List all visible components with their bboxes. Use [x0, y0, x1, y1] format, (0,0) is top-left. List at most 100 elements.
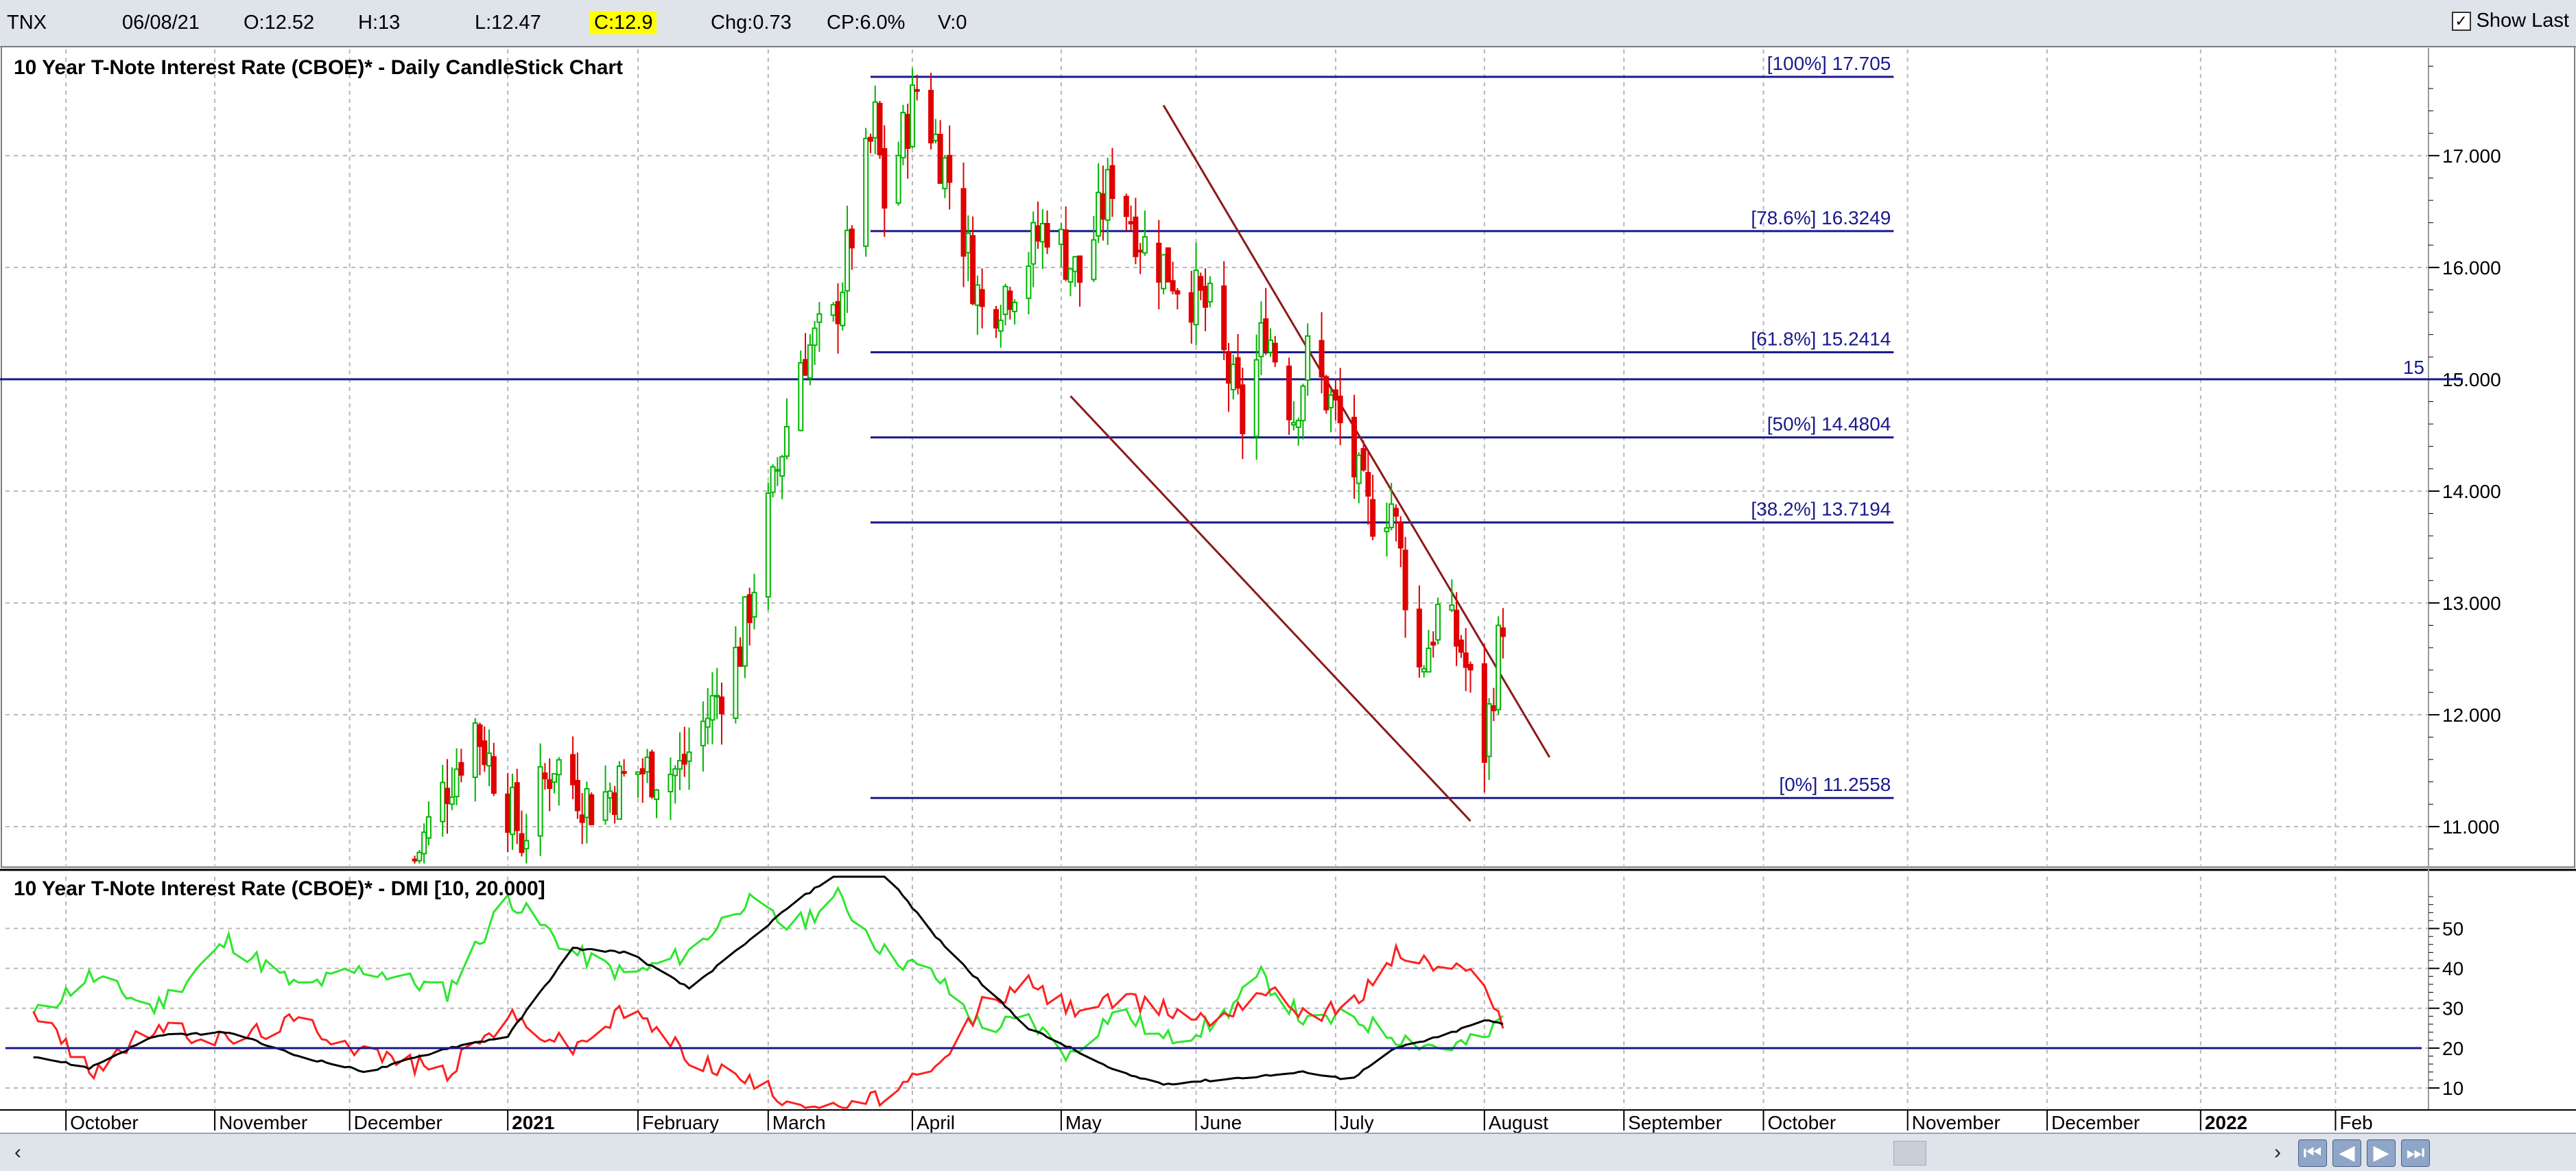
candle-body — [1039, 222, 1045, 243]
candle-body — [1332, 389, 1338, 401]
dmi-y-tick-label: 30 — [2442, 998, 2463, 1019]
candle-body — [979, 289, 985, 307]
candle-body — [602, 791, 608, 821]
candle-body — [1253, 359, 1260, 437]
candle-body — [1240, 384, 1246, 434]
scroll-right-icon[interactable]: › — [2264, 1139, 2291, 1166]
candle-body — [1328, 394, 1334, 409]
candle-body — [681, 753, 687, 765]
candle-body — [635, 771, 641, 775]
x-tick-label: October — [1768, 1112, 1836, 1133]
candle-body — [547, 779, 553, 789]
candle-body — [751, 591, 757, 618]
candle-body — [453, 768, 460, 798]
candle-body — [746, 594, 753, 624]
candle-body — [965, 233, 971, 254]
candle-body — [425, 816, 432, 839]
candle-body — [816, 313, 823, 323]
candle-body — [863, 137, 869, 247]
candle-body — [700, 720, 706, 746]
fib-level-label: [61.8%] 15.2414 — [1751, 329, 1891, 350]
candle-body — [1165, 247, 1171, 283]
first-icon[interactable]: ⏮ — [2298, 1139, 2327, 1167]
candle-body — [993, 309, 999, 329]
candle-body — [1203, 285, 1209, 308]
candle-body — [1012, 301, 1018, 313]
candle-body — [542, 772, 548, 779]
price-y-tick-label: 11.000 — [2442, 816, 2500, 838]
last-icon[interactable]: ⏭ — [2401, 1139, 2430, 1167]
x-tick-label: November — [219, 1112, 307, 1133]
candle-body — [719, 696, 725, 715]
candle-body — [1174, 290, 1181, 295]
candle-body — [1430, 641, 1437, 646]
chart-thumb-icon[interactable] — [1893, 1141, 1926, 1166]
candle-body — [477, 724, 483, 747]
next-icon[interactable]: ▶ — [2367, 1139, 2396, 1167]
candle-body — [798, 362, 804, 431]
candle-body — [445, 788, 451, 805]
candle-body — [654, 789, 660, 801]
price-y-tick-label: 14.000 — [2442, 481, 2501, 502]
candle-body — [803, 359, 809, 376]
candle-body — [509, 786, 515, 836]
candle-body — [491, 756, 497, 794]
candle-body — [1500, 627, 1506, 637]
prev-icon[interactable]: ◀ — [2332, 1139, 2361, 1167]
x-tick-label: September — [1628, 1112, 1722, 1133]
candle-body — [1426, 648, 1432, 673]
scroll-left-icon[interactable]: ‹ — [4, 1139, 32, 1166]
candle-body — [765, 492, 771, 598]
candle-body — [1156, 242, 1162, 283]
candle-body — [1286, 365, 1292, 421]
candle-body — [872, 101, 878, 139]
scrollbar[interactable]: ‹ › ⏮ ◀ ▶ ⏭ — [0, 1133, 2576, 1171]
candle-body — [1198, 276, 1204, 291]
x-tick-label: 2021 — [512, 1112, 554, 1133]
fib-level-label: [100%] 17.705 — [1767, 53, 1891, 74]
candle-body — [1002, 285, 1008, 316]
candle-body — [705, 718, 711, 728]
candle-body — [947, 154, 953, 183]
candle-body — [1384, 527, 1390, 532]
x-tick-label: March — [772, 1112, 826, 1133]
candle-body — [1263, 318, 1269, 353]
fib-level-label: [0%] 11.2558 — [1779, 774, 1891, 795]
candle-body — [421, 831, 427, 855]
x-tick-label: July — [1340, 1112, 1374, 1133]
dmi-y-tick-label: 20 — [2442, 1038, 2463, 1059]
candle-body — [1319, 340, 1325, 378]
candle-body — [937, 134, 943, 185]
candle-body — [1463, 652, 1469, 668]
candle-body — [1077, 255, 1083, 283]
candle-body — [570, 754, 576, 785]
candle-body — [840, 292, 846, 327]
x-tick-label: August — [1489, 1112, 1548, 1133]
trendline[interactable] — [1070, 395, 1472, 822]
candle-body — [1058, 228, 1064, 246]
candle-body — [616, 765, 622, 820]
candle-body — [1397, 521, 1404, 549]
x-tick-label: May — [1065, 1112, 1102, 1133]
candle-body — [914, 88, 920, 92]
candle-body — [1449, 604, 1455, 611]
candle-body — [900, 112, 906, 158]
candle-body — [1133, 216, 1139, 257]
candle-body — [672, 768, 678, 777]
candle-body — [1295, 420, 1301, 428]
candle-body — [1109, 165, 1115, 200]
candle-body — [639, 768, 646, 774]
candle-body — [909, 84, 915, 147]
candle-body — [1128, 221, 1134, 225]
candle-body — [574, 779, 580, 812]
candle-body — [867, 137, 873, 142]
x-tick-label: June — [1200, 1112, 1242, 1133]
candle-body — [458, 761, 464, 776]
candle-body — [1323, 376, 1330, 411]
chart-canvas[interactable]: October November December 2021 February March… — [0, 0, 2576, 1170]
candle-body — [1096, 191, 1102, 237]
dmi-y-tick-label: 50 — [2442, 919, 2463, 940]
candle-body — [440, 781, 446, 823]
candle-body — [514, 782, 520, 831]
dmi-y-tick-label: 40 — [2442, 958, 2463, 980]
